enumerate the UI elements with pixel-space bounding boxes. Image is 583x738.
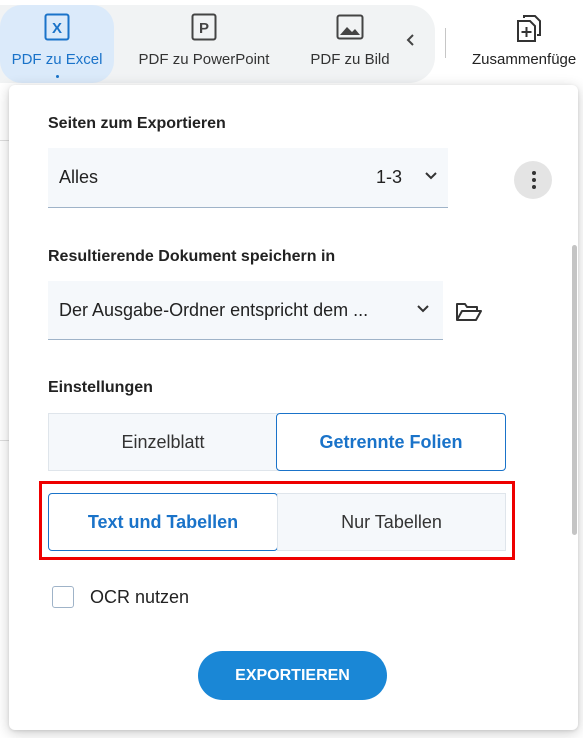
tool-label: PDF zu Bild [310, 51, 390, 68]
more-vertical-icon[interactable] [514, 161, 552, 199]
option-separate-sheets[interactable]: Getrennte Folien [276, 413, 506, 471]
folder-open-icon[interactable] [455, 301, 483, 323]
ocr-checkbox[interactable] [52, 586, 74, 608]
save-location-label: Resultierende Dokument speichern in [48, 248, 336, 265]
export-panel: Seiten zum Exportieren Alles 1-3 Resulti… [9, 85, 578, 730]
active-indicator [55, 75, 59, 78]
ocr-label: OCR nutzen [90, 587, 190, 607]
powerpoint-icon: P [191, 13, 217, 41]
save-location-select[interactable]: Der Ausgabe-Ordner entspricht dem ... [48, 281, 443, 340]
save-location-value: Der Ausgabe-Ordner entspricht dem ... [59, 300, 369, 320]
excel-icon: X [44, 13, 70, 41]
pages-label: Seiten zum Exportieren [48, 115, 226, 132]
pages-select[interactable]: Alles 1-3 [48, 148, 448, 208]
pages-range: 1-3 [376, 167, 403, 187]
pages-select-value: Alles [59, 167, 99, 187]
toolbar: X PDF zu Excel P PDF zu PowerPoint PDF z… [0, 0, 583, 84]
chevron-left-icon[interactable] [406, 33, 416, 52]
tool-pdf-to-excel[interactable]: X PDF zu Excel [0, 5, 114, 83]
chevron-down-icon [425, 172, 437, 180]
option-text-and-tables[interactable]: Text und Tabellen [48, 493, 278, 551]
chevron-down-icon [417, 305, 429, 313]
svg-text:X: X [52, 20, 62, 37]
option-single-sheet[interactable]: Einzelblatt [48, 413, 278, 471]
merge-files-icon [517, 15, 541, 42]
svg-text:P: P [199, 20, 209, 37]
tool-pdf-to-image[interactable]: PDF zu Bild [298, 5, 402, 83]
option-tables-only[interactable]: Nur Tabellen [277, 493, 506, 551]
tool-label: PDF zu PowerPoint [138, 51, 270, 68]
tool-label: Zusammenfüge [472, 51, 577, 68]
toolbar-divider [445, 28, 446, 58]
settings-label: Einstellungen [48, 379, 153, 396]
scrollbar-thumb[interactable] [572, 245, 577, 535]
image-icon [336, 14, 364, 40]
tool-pdf-to-powerpoint[interactable]: P PDF zu PowerPoint [126, 5, 282, 83]
tool-merge[interactable]: Zusammenfüge [465, 5, 583, 83]
export-button[interactable]: EXPORTIEREN [198, 651, 387, 700]
tool-label: PDF zu Excel [11, 51, 103, 68]
